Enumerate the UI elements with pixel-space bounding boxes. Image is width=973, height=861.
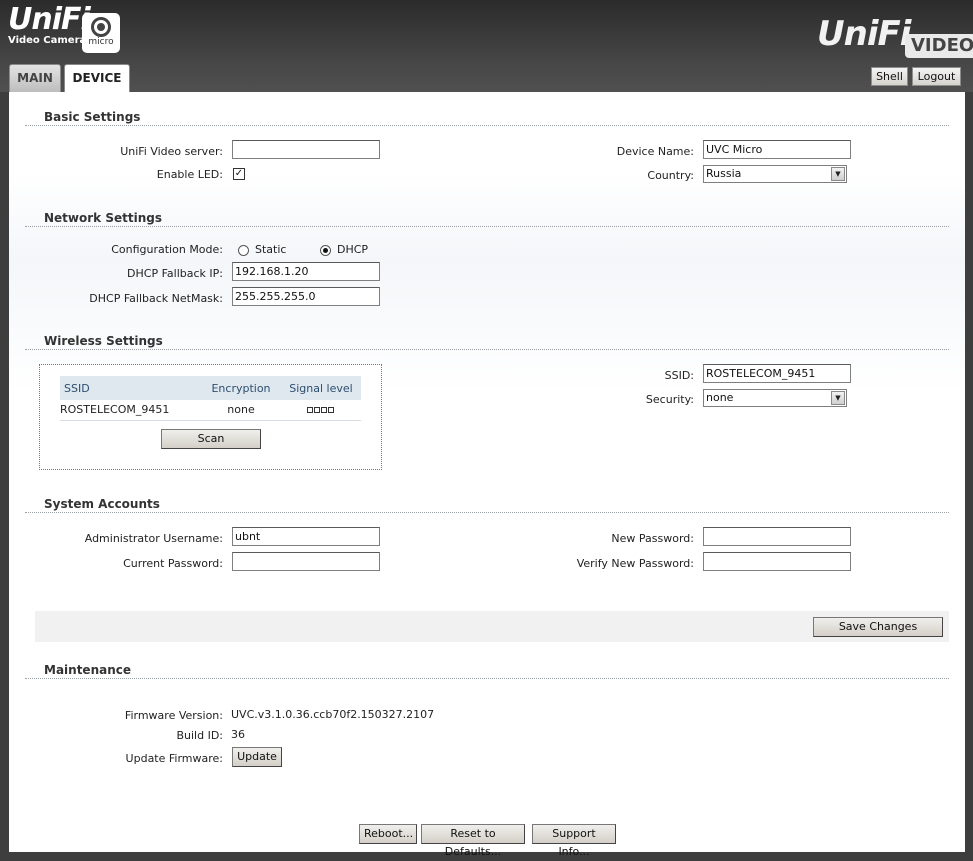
table-header-row: SSID Encryption Signal level: [60, 376, 361, 400]
basic-settings-title: Basic Settings: [44, 110, 141, 124]
table-row[interactable]: ROSTELECOM_9451 none: [60, 400, 361, 421]
micro-badge-label: micro: [88, 37, 114, 47]
support-info-button[interactable]: Support Info...: [532, 824, 616, 858]
wireless-scan-box: SSID Encryption Signal level ROSTELECOM_…: [39, 364, 382, 470]
system-accounts-title: System Accounts: [44, 497, 160, 511]
static-radio-label: Static: [255, 243, 287, 256]
unifi-video-server-label: UniFi Video server:: [120, 145, 223, 158]
build-id-label: Build ID:: [176, 729, 223, 742]
country-label: Country:: [647, 169, 694, 182]
maintenance-title: Maintenance: [44, 663, 132, 677]
current-password-input[interactable]: [232, 552, 380, 571]
static-radio[interactable]: [238, 245, 249, 256]
new-password-label: New Password:: [611, 532, 694, 545]
enable-led-checkbox[interactable]: ✓: [233, 168, 245, 180]
left-brand-subtitle: Video Camera: [8, 35, 87, 46]
video-badge: VIDEO: [905, 34, 973, 58]
update-button[interactable]: Update: [232, 747, 282, 767]
country-select-value: Russia: [706, 167, 742, 180]
device-panel: Basic Settings UniFi Video server: Enabl…: [9, 92, 965, 858]
divider: [25, 678, 949, 679]
ssid-input[interactable]: [703, 364, 851, 383]
signal-bar: [307, 407, 313, 414]
configuration-mode-label: Configuration Mode:: [111, 243, 223, 256]
dhcp-radio-label: DHCP: [337, 243, 369, 256]
ssid-label: SSID:: [664, 369, 694, 382]
new-password-input[interactable]: [703, 527, 851, 546]
reset-to-defaults-button[interactable]: Reset to Defaults...: [421, 824, 525, 858]
dhcp-fallback-netmask-input[interactable]: [232, 287, 380, 306]
verify-new-password-input[interactable]: [703, 552, 851, 571]
dhcp-fallback-netmask-label: DHCP Fallback NetMask:: [89, 292, 223, 305]
shell-button[interactable]: Shell: [871, 67, 908, 86]
security-select[interactable]: none ▼: [703, 389, 847, 407]
device-name-input[interactable]: [703, 140, 851, 159]
administrator-username-input[interactable]: [232, 527, 380, 546]
wireless-networks-table: SSID Encryption Signal level ROSTELECOM_…: [60, 376, 361, 421]
firmware-version-value: UVC.v3.1.0.36.ccb70f2.150327.2107: [231, 708, 435, 721]
verify-new-password-label: Verify New Password:: [576, 557, 694, 570]
administrator-username-label: Administrator Username:: [84, 532, 223, 545]
enable-led-label: Enable LED:: [156, 168, 223, 181]
signal-bar: [321, 407, 327, 414]
divider: [25, 512, 949, 513]
current-password-label: Current Password:: [123, 557, 223, 570]
unifi-video-server-input[interactable]: [232, 140, 380, 159]
dhcp-fallback-ip-input[interactable]: [232, 262, 380, 281]
build-id-value: 36: [231, 728, 245, 741]
signal-bar: [314, 407, 320, 414]
device-name-label: Device Name:: [616, 145, 694, 158]
save-changes-button[interactable]: Save Changes: [813, 617, 943, 637]
tab-device[interactable]: DEVICE: [64, 64, 130, 93]
reboot-button[interactable]: Reboot...: [359, 824, 417, 844]
camera-lens-icon: [91, 17, 111, 37]
unifi-video-logo: UniFi: [817, 14, 911, 54]
checkmark-icon: ✓: [234, 168, 244, 179]
firmware-version-label: Firmware Version:: [124, 709, 223, 722]
update-firmware-label: Update Firmware:: [125, 752, 223, 765]
divider: [25, 226, 949, 227]
save-bar: Save Changes: [35, 611, 949, 642]
row-ssid: ROSTELECOM_9451: [60, 400, 201, 421]
column-signal-level: Signal level: [281, 376, 361, 400]
wireless-settings-title: Wireless Settings: [44, 334, 163, 348]
column-ssid: SSID: [60, 376, 201, 400]
unifi-video-camera-logo: UniFi Video Camera: [8, 2, 91, 47]
network-settings-title: Network Settings: [44, 211, 162, 225]
scan-button[interactable]: Scan: [161, 429, 261, 449]
logout-button[interactable]: Logout: [912, 67, 961, 86]
security-label: Security:: [645, 393, 694, 406]
micro-badge: micro: [82, 13, 120, 53]
dhcp-fallback-ip-label: DHCP Fallback IP:: [127, 267, 223, 280]
column-encryption: Encryption: [201, 376, 281, 400]
country-select[interactable]: Russia ▼: [703, 165, 847, 183]
divider: [25, 349, 949, 350]
dhcp-radio[interactable]: [320, 245, 331, 256]
header: UniFi Video Camera micro UniFi VIDEO MAI…: [0, 0, 973, 93]
security-select-value: none: [706, 391, 734, 404]
row-encryption: none: [201, 400, 281, 421]
signal-bar: [328, 407, 334, 414]
tab-main[interactable]: MAIN: [9, 64, 61, 92]
chevron-down-icon[interactable]: ▼: [831, 167, 845, 181]
signal-level-icon: [281, 400, 361, 421]
right-brand: UniFi: [817, 14, 911, 54]
chevron-down-icon[interactable]: ▼: [831, 391, 845, 405]
left-brand: UniFi: [8, 2, 91, 37]
divider: [25, 125, 949, 126]
